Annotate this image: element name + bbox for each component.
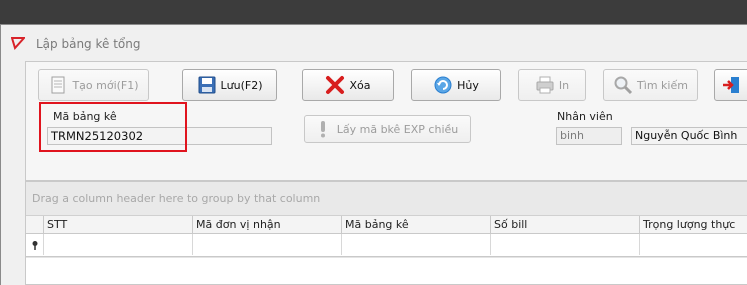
staff-id-field: binh	[556, 127, 622, 145]
delete-button-label: Xóa	[349, 78, 371, 92]
delete-x-icon	[326, 76, 345, 94]
column-header-actual-weight[interactable]: Trọng lượng thực	[640, 216, 747, 234]
window-title: Lập bảng kê tổng	[36, 37, 141, 51]
get-exp-code-button[interactable]: Lấy mã bkê EXP chiều	[304, 115, 471, 143]
search-button[interactable]: Tìm kiếm	[603, 69, 698, 101]
print-button[interactable]: In	[518, 69, 586, 101]
save-button-label: Lưu(F2)	[220, 78, 263, 92]
filter-cell-list-code[interactable]	[342, 234, 491, 255]
filter-cell-actual-weight[interactable]	[640, 234, 747, 255]
get-exp-code-label: Lấy mã bkê EXP chiều	[336, 122, 459, 136]
staff-id-value: binh	[560, 129, 584, 142]
column-header-label: Mã bảng kê	[345, 218, 409, 231]
exit-door-icon	[723, 77, 739, 93]
main-window: Lập bảng kê tổng Tạo mới(F1) Lưu(F2) Xóa…	[0, 24, 747, 285]
search-button-label: Tìm kiếm	[637, 78, 688, 92]
title-bar: Lập bảng kê tổng	[1, 25, 747, 61]
staff-name-field: Nguyễn Quốc Bình	[631, 127, 747, 145]
data-grid[interactable]: Drag a column header here to group by th…	[25, 181, 747, 285]
group-by-hint: Drag a column header here to group by th…	[32, 192, 321, 205]
new-button[interactable]: Tạo mới(F1)	[38, 69, 149, 101]
column-header-label: STT	[47, 218, 68, 231]
app-logo-icon	[11, 37, 25, 50]
column-header-receiver-unit[interactable]: Mã đơn vị nhận	[193, 216, 342, 234]
staff-label: Nhân viên	[557, 110, 613, 123]
filter-cell-bill-number[interactable]	[491, 234, 640, 255]
cancel-button[interactable]: Hủy	[411, 69, 501, 101]
filter-cell-receiver-unit[interactable]	[193, 234, 342, 255]
exit-button[interactable]	[714, 69, 747, 101]
column-header-bill-number[interactable]: Số bill	[491, 216, 640, 234]
highlight-box	[39, 102, 187, 152]
column-header-indicator	[26, 216, 44, 234]
column-header-list-code[interactable]: Mã bảng kê	[342, 216, 491, 234]
filter-cell-indicator	[26, 234, 44, 255]
column-header-stt[interactable]: STT	[44, 216, 193, 234]
exclamation-icon	[320, 121, 325, 138]
printer-icon	[536, 76, 554, 94]
save-button[interactable]: Lưu(F2)	[182, 69, 277, 101]
column-header-label: Trọng lượng thực	[643, 218, 736, 231]
magnifier-icon	[614, 76, 633, 95]
filter-cell-stt[interactable]	[44, 234, 193, 255]
delete-button[interactable]: Xóa	[302, 69, 394, 101]
column-header-label: Mã đơn vị nhận	[196, 218, 281, 231]
filter-pin-icon	[32, 241, 38, 250]
staff-name-value: Nguyễn Quốc Bình	[635, 129, 738, 142]
grid-divider	[26, 257, 747, 258]
floppy-disk-icon	[198, 76, 215, 94]
new-document-icon	[51, 76, 65, 94]
new-button-label: Tạo mới(F1)	[72, 78, 139, 92]
column-header-label: Số bill	[494, 218, 528, 231]
refresh-icon	[434, 76, 452, 94]
filter-row[interactable]	[26, 234, 747, 257]
print-button-label: In	[558, 78, 570, 92]
group-by-panel[interactable]: Drag a column header here to group by th…	[26, 182, 747, 216]
cancel-button-label: Hủy	[457, 78, 479, 92]
